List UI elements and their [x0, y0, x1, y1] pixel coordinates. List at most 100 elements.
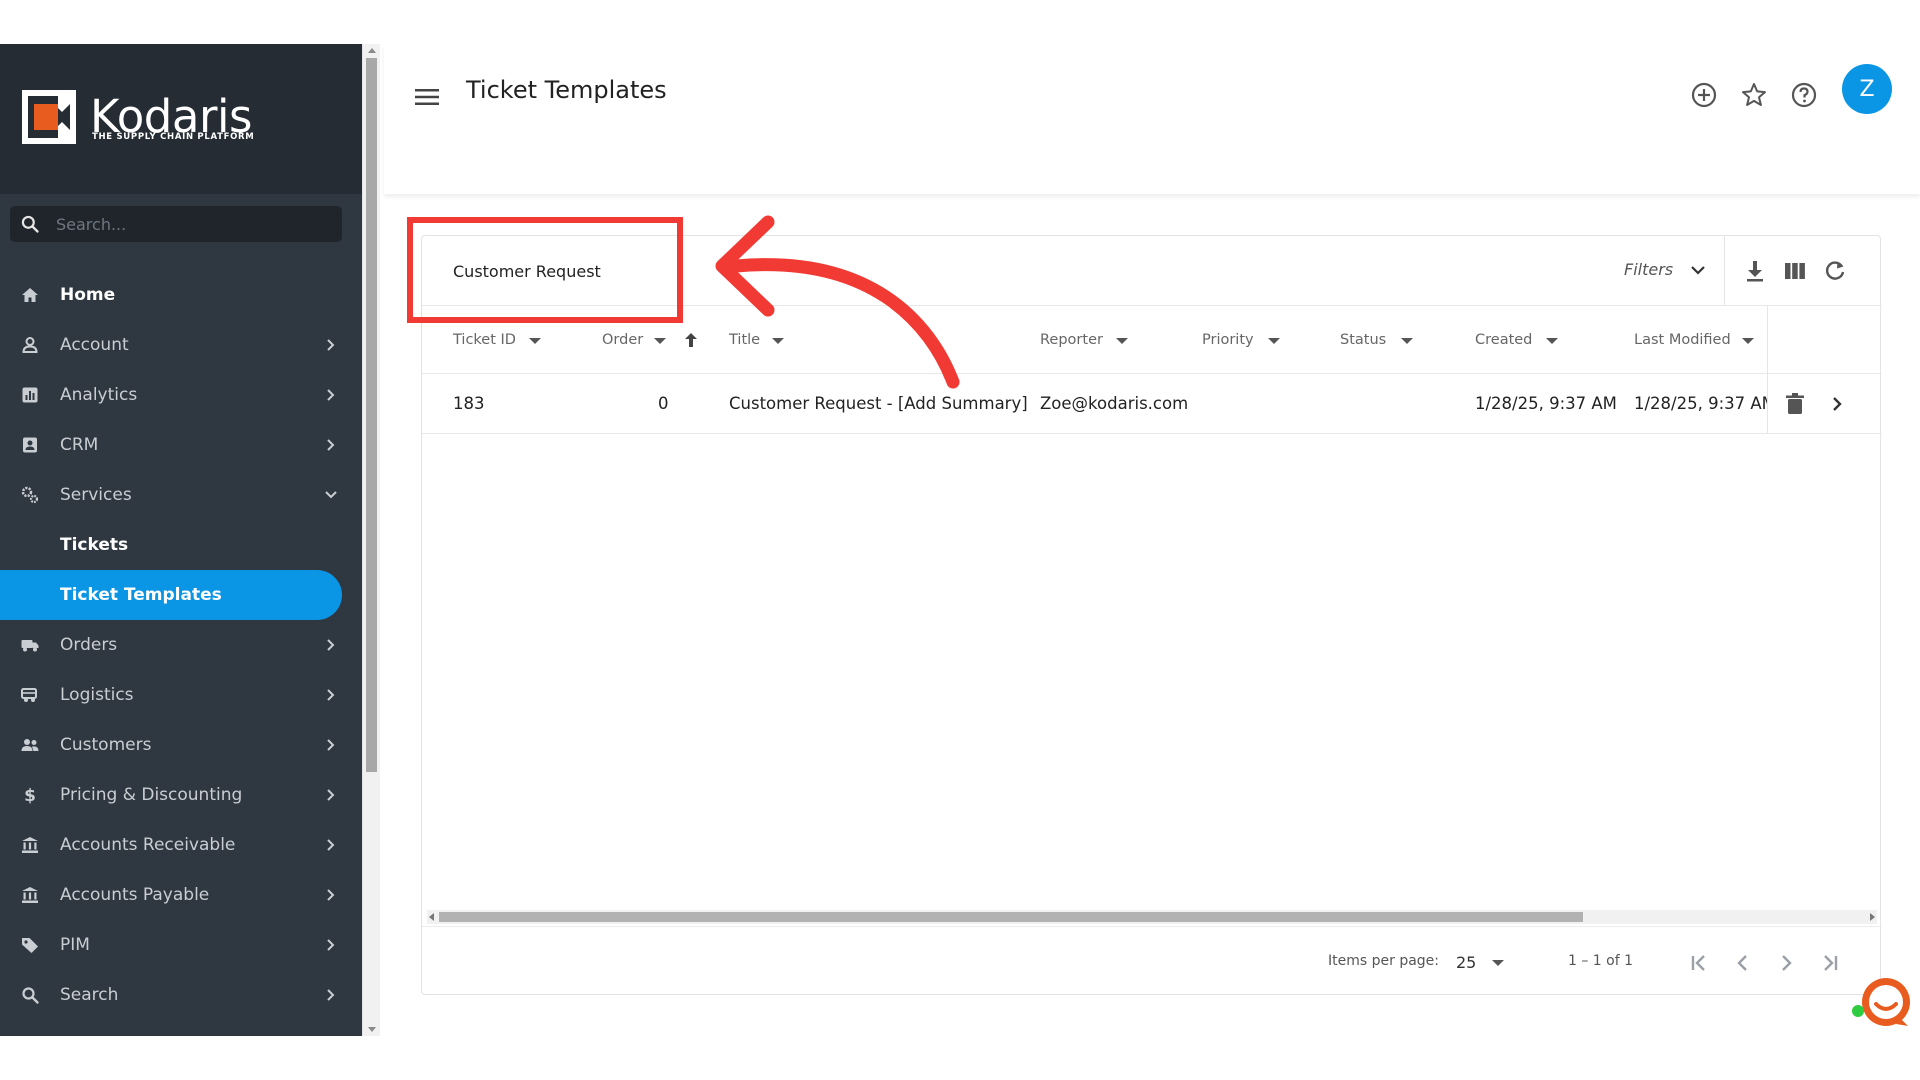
column-header-ticket-id[interactable]: Ticket ID	[453, 332, 516, 348]
column-dropdown-icon[interactable]	[1268, 338, 1280, 344]
sidebar-item-home[interactable]: Home	[0, 270, 362, 320]
chat-support-icon[interactable]	[1852, 970, 1912, 1030]
sidebar-item-account[interactable]: Account	[0, 320, 362, 370]
star-icon[interactable]	[1737, 78, 1771, 112]
scrollbar-thumb[interactable]	[439, 912, 1583, 922]
home-icon	[22, 288, 38, 302]
column-dropdown-icon[interactable]	[1116, 338, 1128, 344]
sidebar-item-label: CRM	[60, 435, 99, 455]
column-dropdown-icon[interactable]	[654, 338, 666, 344]
chevron-right-icon	[327, 989, 335, 1001]
chevron-right-icon	[327, 839, 335, 851]
bank-icon	[22, 887, 38, 903]
items-per-page-dropdown-icon[interactable]	[1492, 960, 1504, 966]
sidebar-item-tickets[interactable]: Tickets	[0, 520, 362, 570]
download-icon[interactable]	[1742, 258, 1768, 284]
next-page-icon[interactable]	[1772, 949, 1800, 977]
user-avatar[interactable]: Z	[1842, 64, 1892, 114]
sidebar-item-search[interactable]: Search	[0, 970, 362, 1020]
scroll-left-icon[interactable]	[429, 913, 434, 921]
chevron-right-icon	[327, 689, 335, 701]
chevron-right-icon	[327, 889, 335, 901]
delete-icon[interactable]	[1784, 392, 1806, 416]
sidebar-item-label: PIM	[60, 935, 90, 955]
annotation-arrow-icon	[715, 215, 960, 389]
page-title: Ticket Templates	[466, 76, 667, 104]
menu-icon[interactable]	[412, 82, 442, 112]
sort-ascending-icon[interactable]	[682, 331, 700, 349]
column-dropdown-icon[interactable]	[1401, 338, 1413, 344]
column-header-reporter[interactable]: Reporter	[1040, 332, 1103, 348]
sidebar-item-label: Search	[60, 985, 119, 1005]
sidebar-item-accounts-receivable[interactable]: Accounts Receivable	[0, 820, 362, 870]
brand-header: Kodaris THE SUPPLY CHAIN PLATFORM	[0, 44, 362, 194]
table-row[interactable]: 183 0 Customer Request - [Add Summary] Z…	[422, 374, 1882, 434]
horizontal-scrollbar[interactable]	[427, 910, 1877, 924]
chevron-right-icon	[327, 739, 335, 751]
sidebar-nav: Home Account Analytics CRM Services Tick…	[0, 270, 362, 1020]
tag-icon	[22, 938, 38, 953]
scroll-up-icon[interactable]	[368, 48, 376, 53]
cell-reporter: Zoe@kodaris.com	[1040, 394, 1189, 413]
first-page-icon[interactable]	[1686, 949, 1714, 977]
chevron-right-icon	[327, 789, 335, 801]
svg-text:$: $	[24, 786, 36, 805]
sidebar-item-label: Logistics	[60, 685, 134, 705]
sidebar-item-services[interactable]: Services	[0, 470, 362, 520]
customers-icon	[21, 739, 39, 751]
chevron-down-icon[interactable]	[1688, 260, 1708, 280]
sidebar-item-ticket-templates[interactable]: Ticket Templates	[0, 570, 342, 620]
search-icon	[22, 987, 39, 1004]
column-header-created[interactable]: Created	[1475, 332, 1532, 348]
bank-icon	[22, 837, 38, 853]
filters-button[interactable]: Filters	[1624, 260, 1673, 279]
sidebar-item-label: Services	[60, 485, 132, 505]
chevron-right-icon[interactable]	[1827, 394, 1847, 414]
sidebar-item-label: Customers	[60, 735, 152, 755]
services-icon	[21, 486, 39, 504]
page-range-label: 1 – 1 of 1	[1568, 953, 1634, 969]
search-icon	[21, 215, 39, 233]
scroll-right-icon[interactable]	[1870, 913, 1875, 921]
column-header-last-modified[interactable]: Last Modified	[1634, 332, 1731, 348]
chevron-right-icon	[327, 339, 335, 351]
sidebar-item-logistics[interactable]: Logistics	[0, 670, 362, 720]
column-header-priority[interactable]: Priority	[1202, 332, 1254, 348]
sidebar-item-crm[interactable]: CRM	[0, 420, 362, 470]
previous-page-icon[interactable]	[1729, 949, 1757, 977]
ticket-template-card: Customer Request Filters Ticket ID Order…	[421, 235, 1882, 996]
account-icon	[22, 337, 38, 353]
cell-ticket-id: 183	[453, 394, 485, 413]
column-dropdown-icon[interactable]	[529, 338, 541, 344]
refresh-icon[interactable]	[1822, 258, 1848, 284]
sidebar-item-accounts-payable[interactable]: Accounts Payable	[0, 870, 362, 920]
sidebar-item-pricing-discounting[interactable]: $ Pricing & Discounting	[0, 770, 362, 820]
items-per-page-select[interactable]: 25	[1456, 953, 1476, 972]
help-icon[interactable]	[1787, 78, 1821, 112]
sidebar-item-orders[interactable]: Orders	[0, 620, 362, 670]
column-header-order[interactable]: Order	[602, 332, 643, 348]
scroll-down-icon[interactable]	[368, 1027, 376, 1032]
logistics-icon	[21, 688, 37, 702]
top-header: Ticket Templates Z	[384, 44, 1920, 194]
column-dropdown-icon[interactable]	[1742, 338, 1754, 344]
scrollbar-thumb[interactable]	[366, 58, 377, 772]
column-dropdown-icon[interactable]	[1546, 338, 1558, 344]
kodaris-logo-icon[interactable]	[22, 90, 76, 144]
sidebar-item-pim[interactable]: PIM	[0, 920, 362, 970]
column-header-status[interactable]: Status	[1340, 332, 1386, 348]
sidebar-item-customers[interactable]: Customers	[0, 720, 362, 770]
dollar-icon: $	[24, 786, 36, 805]
sidebar-search-input[interactable]	[56, 206, 332, 242]
chevron-right-icon	[327, 639, 335, 651]
sidebar-scrollbar[interactable]	[362, 44, 380, 1036]
sidebar-item-analytics[interactable]: Analytics	[0, 370, 362, 420]
last-page-icon[interactable]	[1815, 949, 1843, 977]
sidebar-item-label: Ticket Templates	[60, 585, 222, 605]
paginator: Items per page: 25 1 – 1 of 1	[422, 926, 1882, 996]
annotation-highlight-box	[407, 217, 683, 323]
chevron-down-icon	[325, 491, 337, 499]
columns-icon[interactable]	[1782, 258, 1808, 284]
sidebar-item-label: Account	[60, 335, 129, 355]
add-circle-icon[interactable]	[1687, 78, 1721, 112]
